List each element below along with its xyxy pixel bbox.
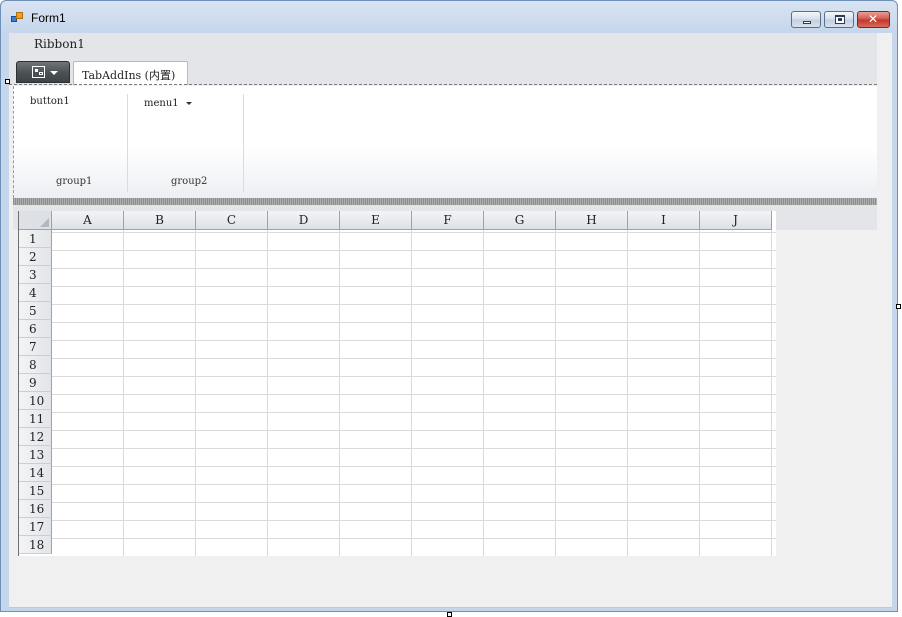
group-label-2: group2 [171, 176, 208, 187]
row-header-4[interactable]: 4 [19, 284, 52, 302]
column-header-e[interactable]: E [340, 211, 412, 230]
row-header-10[interactable]: 10 [19, 392, 52, 410]
tab-label: TabAddIns (内置) [82, 69, 176, 82]
client-area: Ribbon1 TabAddIns (内置) button1 group1 me… [9, 33, 892, 608]
column-header-b[interactable]: B [124, 211, 196, 230]
row-header-7[interactable]: 7 [19, 338, 52, 356]
group-separator [243, 94, 244, 192]
ribbon-tab-strip: TabAddIns (内置) [9, 58, 877, 85]
row-header-12[interactable]: 12 [19, 428, 52, 446]
resize-handle-ribbon[interactable] [5, 79, 10, 84]
resize-handle-right[interactable] [896, 304, 901, 309]
minimize-button[interactable] [791, 11, 821, 28]
tab-addins[interactable]: TabAddIns (内置) [73, 61, 188, 85]
row-header-14[interactable]: 14 [19, 464, 52, 482]
select-all-corner[interactable] [19, 211, 52, 230]
form-window: Form1 ✕ Ribbon1 TabAddIns (内置) button1 g… [0, 0, 898, 612]
row-header-3[interactable]: 3 [19, 266, 52, 284]
column-header-j[interactable]: J [700, 211, 772, 230]
column-header-f[interactable]: F [412, 211, 484, 230]
spreadsheet-control[interactable]: A B C D E F G H I J 1 2 3 4 5 6 7 8 9 10 11 12 13 14 15 16 17 18 [18, 211, 776, 556]
resize-handle-bottom[interactable] [447, 612, 452, 617]
ribbon-title: Ribbon1 [34, 37, 85, 51]
row-header-13[interactable]: 13 [19, 446, 52, 464]
ribbon-group-2: menu1 group2 [128, 86, 243, 196]
ribbon-menu-menu1[interactable]: menu1 [144, 98, 192, 109]
column-header-c[interactable]: C [196, 211, 268, 230]
column-header-d[interactable]: D [268, 211, 340, 230]
row-header-2[interactable]: 2 [19, 248, 52, 266]
application-menu-button[interactable] [16, 61, 70, 83]
row-header-15[interactable]: 15 [19, 482, 52, 500]
ribbon-button-button1[interactable]: button1 [30, 96, 70, 107]
maximize-button[interactable] [824, 11, 854, 28]
chevron-down-icon [50, 71, 58, 75]
column-header-i[interactable]: I [628, 211, 700, 230]
column-header-h[interactable]: H [556, 211, 628, 230]
dropdown-arrow-icon [185, 102, 192, 105]
minimize-icon [803, 21, 811, 24]
title-bar[interactable]: Form1 ✕ [1, 1, 897, 33]
close-button[interactable]: ✕ [857, 11, 890, 28]
row-header-1[interactable]: 1 [19, 230, 52, 248]
row-header-9[interactable]: 9 [19, 374, 52, 392]
row-header-17[interactable]: 17 [19, 518, 52, 536]
ribbon-caption-bar: Ribbon1 [9, 33, 877, 58]
ribbon-divider [9, 84, 877, 85]
row-header-8[interactable]: 8 [19, 356, 52, 374]
cell-grid[interactable] [52, 230, 776, 556]
ribbon-panel: button1 group1 menu1 group2 [13, 86, 877, 198]
group-label-1: group1 [56, 176, 93, 187]
ribbon-bottom-edge [13, 198, 877, 205]
maximize-icon [835, 15, 845, 24]
column-header-a[interactable]: A [52, 211, 124, 230]
column-header-g[interactable]: G [484, 211, 556, 230]
row-header-6[interactable]: 6 [19, 320, 52, 338]
row-header-5[interactable]: 5 [19, 302, 52, 320]
row-header-11[interactable]: 11 [19, 410, 52, 428]
menu-label: menu1 [144, 98, 179, 109]
form-icon[interactable] [11, 12, 23, 24]
application-menu-icon [32, 66, 45, 78]
row-header-18[interactable]: 18 [19, 536, 52, 554]
ribbon-group-1: button1 group1 [14, 86, 127, 196]
window-title: Form1 [31, 11, 66, 25]
row-header-16[interactable]: 16 [19, 500, 52, 518]
close-icon: ✕ [868, 12, 879, 26]
